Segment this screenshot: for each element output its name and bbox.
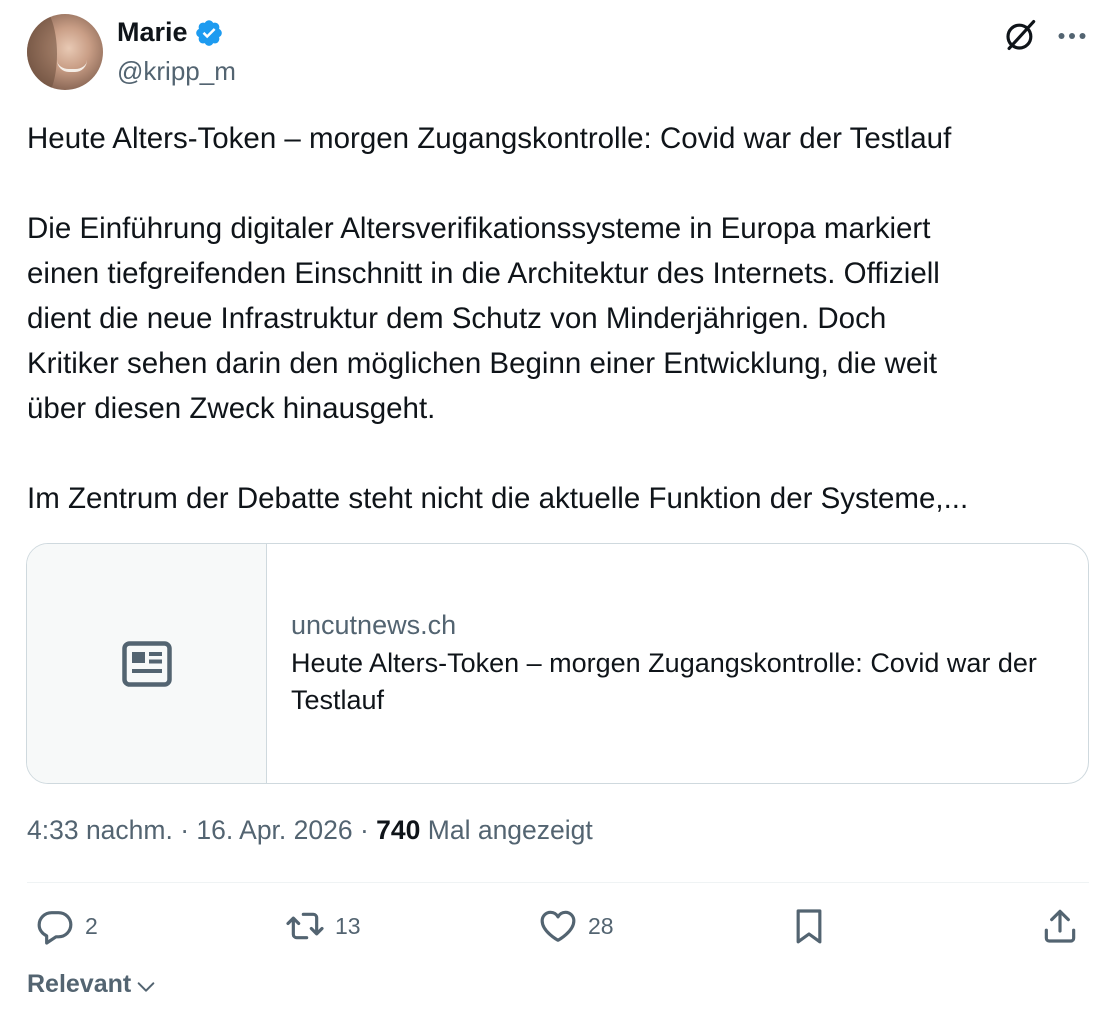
verified-badge-icon xyxy=(195,19,222,46)
sort-label: Relevant xyxy=(27,970,132,998)
tweet-time[interactable]: 4:33 nachm. xyxy=(27,815,173,845)
reply-count: 2 xyxy=(85,912,98,939)
share-button[interactable] xyxy=(1040,906,1080,946)
meta-separator: · xyxy=(352,815,377,845)
retweet-button[interactable]: 13 xyxy=(285,906,361,946)
retweet-icon xyxy=(286,912,324,940)
tweet-line: Im Zentrum der Debatte steht nicht die a… xyxy=(27,482,969,515)
chevron-down-icon xyxy=(137,981,155,992)
card-title: Heute Alters-Token – morgen Zugangskontr… xyxy=(291,648,1037,715)
tweet-line: Heute Alters-Token – morgen Zugangskontr… xyxy=(27,122,952,155)
heart-icon xyxy=(540,910,576,942)
tweet-date[interactable]: 16. Apr. 2026 xyxy=(196,815,352,845)
views-count: 740 xyxy=(376,815,421,845)
avatar[interactable] xyxy=(27,14,103,90)
views-label: Mal angezeigt xyxy=(427,815,593,845)
tweet-line: über diesen Zweck hinausgeht. xyxy=(27,392,436,425)
author-name-row[interactable]: Marie xyxy=(117,17,224,48)
grok-icon[interactable] xyxy=(1002,16,1040,54)
tweet-line-blank xyxy=(27,431,1092,476)
more-icon[interactable] xyxy=(1054,18,1090,54)
reply-button[interactable]: 2 xyxy=(35,906,98,946)
card-domain: uncutnews.ch xyxy=(291,610,457,640)
link-card[interactable]: uncutnews.ch Heute Alters-Token – morgen… xyxy=(26,543,1089,784)
tweet-text: Heute Alters-Token – morgen Zugangskontr… xyxy=(27,116,1092,521)
tweet-meta: 4:33 nachm. · 16. Apr. 2026 · 740 Mal an… xyxy=(27,815,593,846)
bookmark-icon xyxy=(796,909,822,944)
tweet-line: einen tiefgreifenden Einschnitt in die A… xyxy=(27,257,940,290)
like-count: 28 xyxy=(588,912,614,939)
meta-separator: · xyxy=(172,815,197,845)
author-handle[interactable]: @kripp_m xyxy=(117,56,236,87)
article-icon xyxy=(121,640,172,687)
like-button[interactable]: 28 xyxy=(538,906,614,946)
tweet-line: dient die neue Infrastruktur dem Schutz … xyxy=(27,302,887,335)
display-name[interactable]: Marie xyxy=(117,17,188,48)
reply-icon xyxy=(37,911,73,945)
tweet-line: Kritiker sehen darin den möglichen Begin… xyxy=(27,347,938,380)
sort-dropdown[interactable]: Relevant xyxy=(27,970,157,999)
retweet-count: 13 xyxy=(335,912,361,939)
card-body: uncutnews.ch Heute Alters-Token – morgen… xyxy=(267,544,1051,783)
action-bar: 2 13 28 xyxy=(0,900,1117,960)
share-icon xyxy=(1044,909,1076,943)
divider xyxy=(27,882,1089,883)
tweet-line-blank xyxy=(27,161,1092,206)
tweet-line: Die Einführung digitaler Altersverifikat… xyxy=(27,212,931,245)
bookmark-button[interactable] xyxy=(789,906,829,946)
card-thumbnail xyxy=(27,544,267,783)
